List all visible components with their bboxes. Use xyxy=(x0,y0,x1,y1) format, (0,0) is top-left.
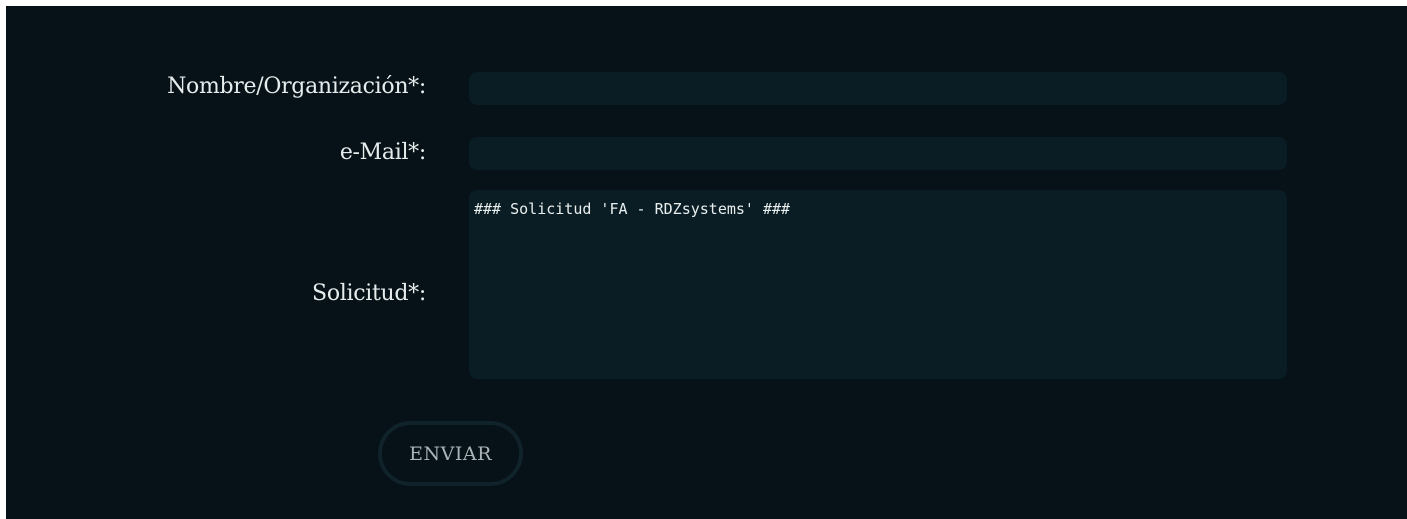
request-textarea[interactable]: ### Solicitud 'FA - RDZsystems' ### xyxy=(469,190,1287,379)
submit-button[interactable]: ENVIAR xyxy=(378,421,523,486)
request-label: Solicitud*: xyxy=(312,281,426,306)
name-label: Nombre/Organización*: xyxy=(167,74,426,99)
email-label: e-Mail*: xyxy=(339,140,426,165)
email-input[interactable] xyxy=(469,137,1287,170)
name-input[interactable] xyxy=(469,72,1287,105)
